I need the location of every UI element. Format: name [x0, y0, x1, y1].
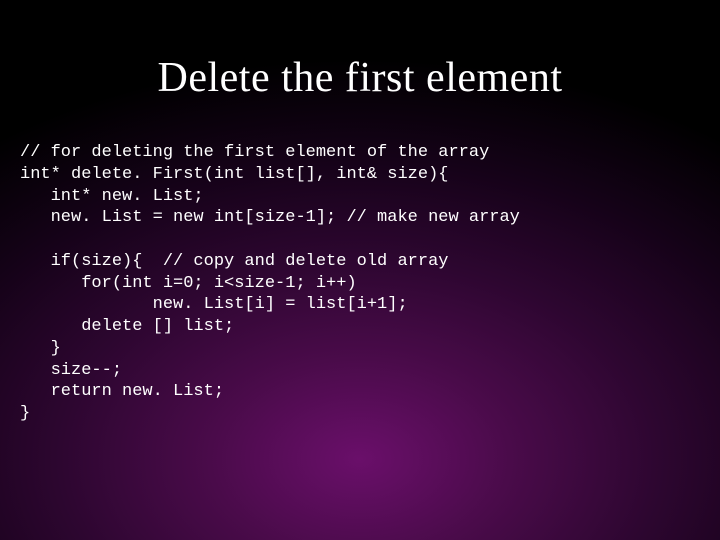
code-line: // for deleting the first element of the… — [20, 143, 489, 162]
code-line: int* delete. First(int list[], int& size… — [20, 165, 448, 184]
code-line: for(int i=0; i<size-1; i++) — [20, 274, 357, 293]
code-line: new. List[i] = list[i+1]; — [20, 295, 408, 314]
code-line: } — [20, 339, 61, 358]
code-line: delete [] list; — [20, 317, 234, 336]
slide: Delete the first element // for deleting… — [0, 0, 720, 540]
code-line: if(size){ // copy and delete old array — [20, 252, 448, 271]
code-line: new. List = new int[size-1]; // make new… — [20, 208, 520, 227]
code-line: size--; — [20, 361, 122, 380]
slide-title: Delete the first element — [0, 0, 720, 102]
code-line: return new. List; — [20, 382, 224, 401]
code-block: // for deleting the first element of the… — [20, 142, 520, 425]
code-line: } — [20, 404, 30, 423]
code-line: int* new. List; — [20, 187, 204, 206]
